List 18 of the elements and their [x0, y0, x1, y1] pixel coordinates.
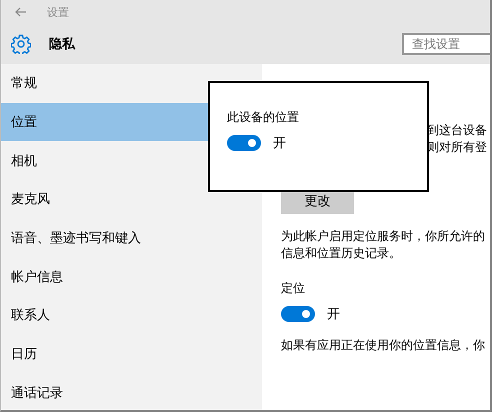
setting-label: 定位 [281, 280, 305, 297]
page-title: 隐私 [49, 36, 76, 53]
back-icon[interactable] [15, 7, 27, 17]
search-field[interactable]: 查找设置 [402, 33, 490, 55]
window-title: 设置 [47, 4, 69, 20]
toggle-switch[interactable] [281, 306, 315, 322]
sidebar-item[interactable]: 帐户信息 [1, 257, 262, 296]
toggle-switch[interactable] [227, 135, 261, 151]
toggle-label: 开 [273, 135, 286, 152]
description-text: 为此帐户启用定位服务时，你所允许的 信息和位置历史记录。 [281, 228, 485, 262]
sidebar-item[interactable]: 语音、墨迹书写和键入 [1, 218, 262, 258]
sidebar-item[interactable]: 联系人 [1, 296, 262, 335]
sidebar-item[interactable]: 日历 [1, 334, 262, 374]
description-text: 如果有应用正在使用你的位置信息，你 [281, 337, 485, 354]
settings-icon [11, 34, 31, 54]
sidebar-item[interactable]: 通话记录 [1, 373, 262, 410]
sidebar-item[interactable]: 麦克风 [1, 180, 262, 219]
toggle-label: 开 [327, 306, 340, 323]
